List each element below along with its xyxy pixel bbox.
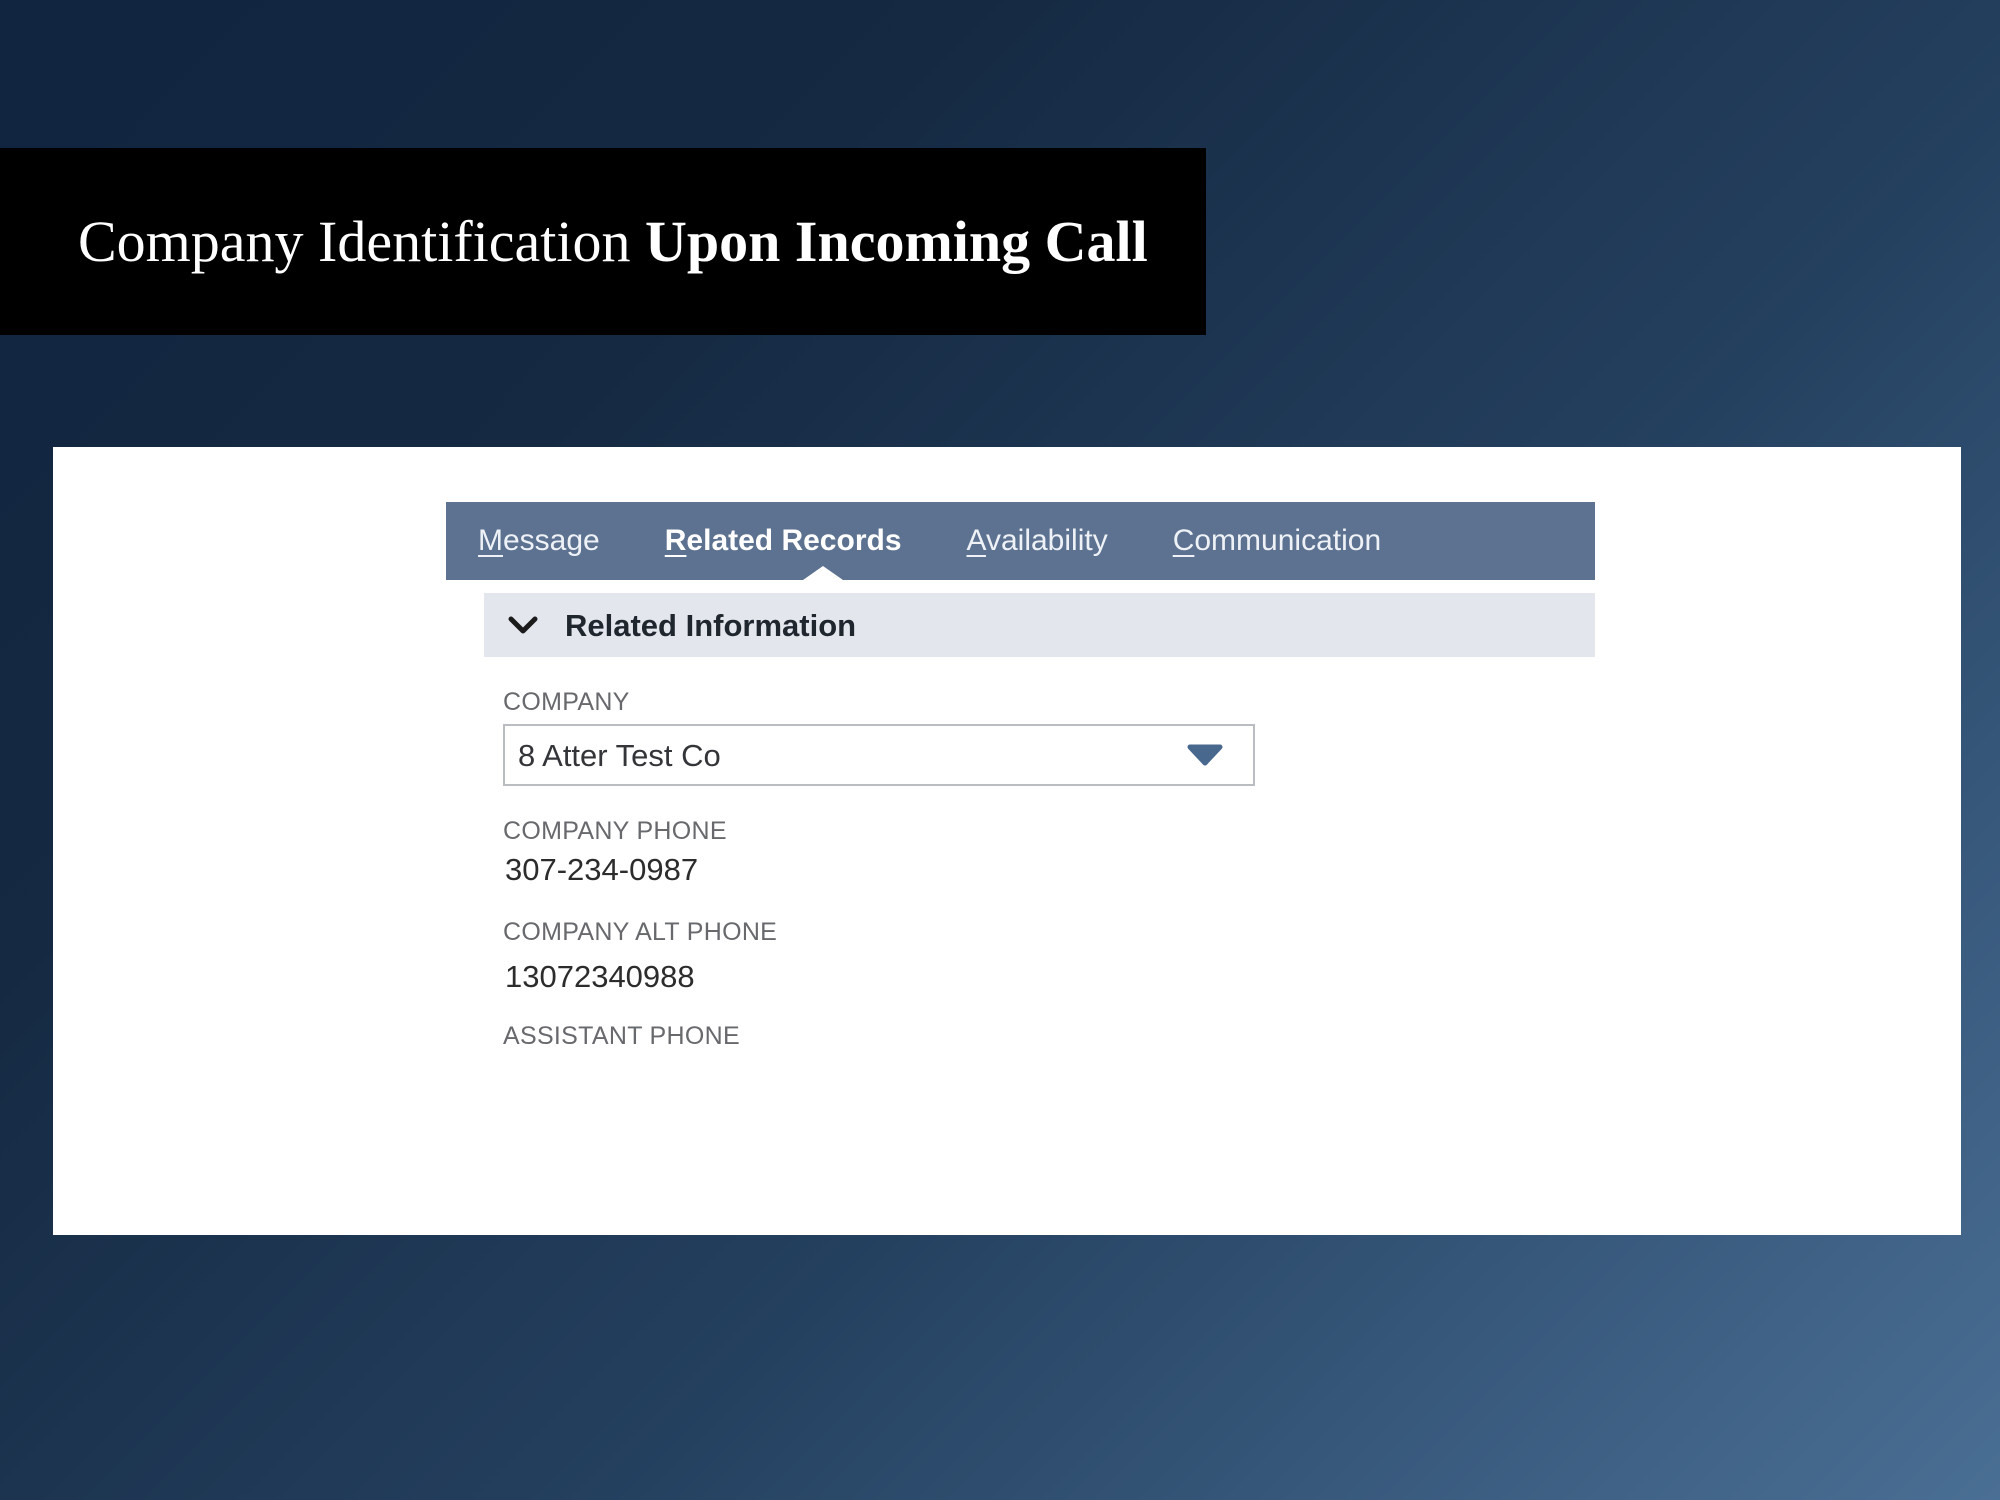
- triangle-down-icon: [1187, 744, 1223, 766]
- selected-tab-notch: [803, 566, 843, 580]
- slide-title-regular: Company Identification: [78, 209, 645, 274]
- tab-related-records[interactable]: Related Records: [665, 526, 902, 556]
- slide-title-bold: Upon Incoming Call: [645, 209, 1148, 274]
- company-label: COMPANY: [503, 690, 630, 715]
- company-dropdown[interactable]: 8 Atter Test Co: [503, 724, 1255, 786]
- related-information-header[interactable]: Related Information: [484, 593, 1595, 657]
- company-phone-label: COMPANY PHONE: [503, 819, 727, 844]
- company-dropdown-value: 8 Atter Test Co: [518, 740, 721, 771]
- crm-screenshot-panel: Message Related Records Availability Com…: [53, 447, 1961, 1235]
- chevron-down-icon: [508, 615, 538, 635]
- company-alt-phone-label: COMPANY ALT PHONE: [503, 920, 777, 945]
- slide-background: Company Identification Upon Incoming Cal…: [0, 0, 2000, 1500]
- slide-title: Company Identification Upon Incoming Cal…: [78, 213, 1148, 271]
- tab-message[interactable]: Message: [478, 526, 600, 556]
- tab-communication[interactable]: Communication: [1173, 526, 1381, 556]
- tab-availability[interactable]: Availability: [967, 526, 1108, 556]
- section-title: Related Information: [565, 610, 856, 641]
- tab-bar: Message Related Records Availability Com…: [446, 502, 1595, 580]
- assistant-phone-label: ASSISTANT PHONE: [503, 1024, 740, 1049]
- company-alt-phone-value: 13072340988: [505, 961, 695, 992]
- slide-title-bar: Company Identification Upon Incoming Cal…: [0, 148, 1206, 335]
- company-phone-value: 307-234-0987: [505, 854, 698, 885]
